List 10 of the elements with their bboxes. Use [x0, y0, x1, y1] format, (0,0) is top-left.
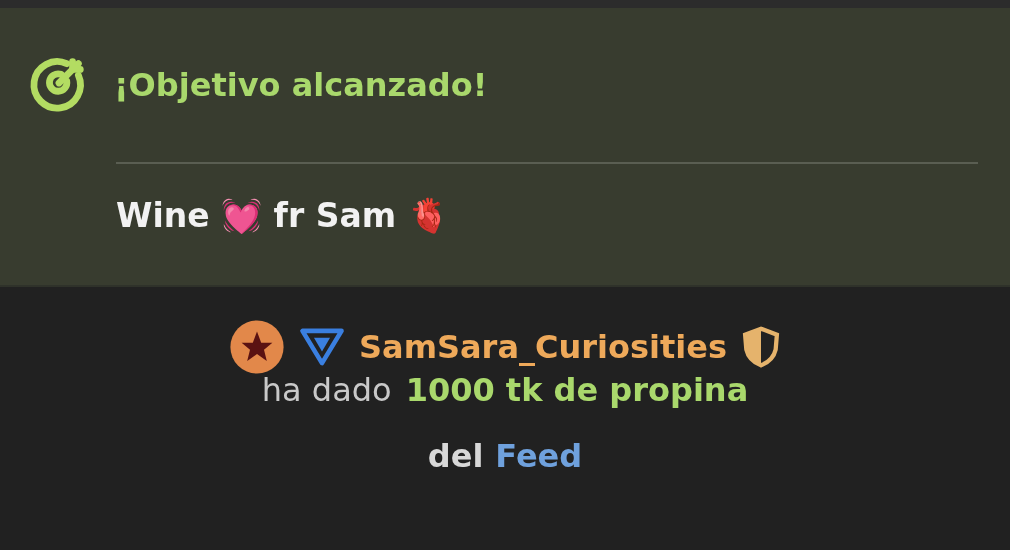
goal-message: Wine 💓 fr Sam 🫀 [116, 196, 449, 235]
tip-amount: 1000 tk de propina [405, 371, 749, 409]
star-badge-icon [229, 319, 285, 375]
shield-icon [741, 325, 781, 369]
username: SamSara_Curiosities [359, 328, 727, 366]
goal-title: ¡Objetivo alcanzado! [114, 66, 488, 104]
triangle-icon [299, 326, 345, 368]
tip-action: ha dado [261, 371, 392, 409]
source-link[interactable]: Feed [495, 437, 583, 475]
source-prefix: del [427, 437, 484, 475]
